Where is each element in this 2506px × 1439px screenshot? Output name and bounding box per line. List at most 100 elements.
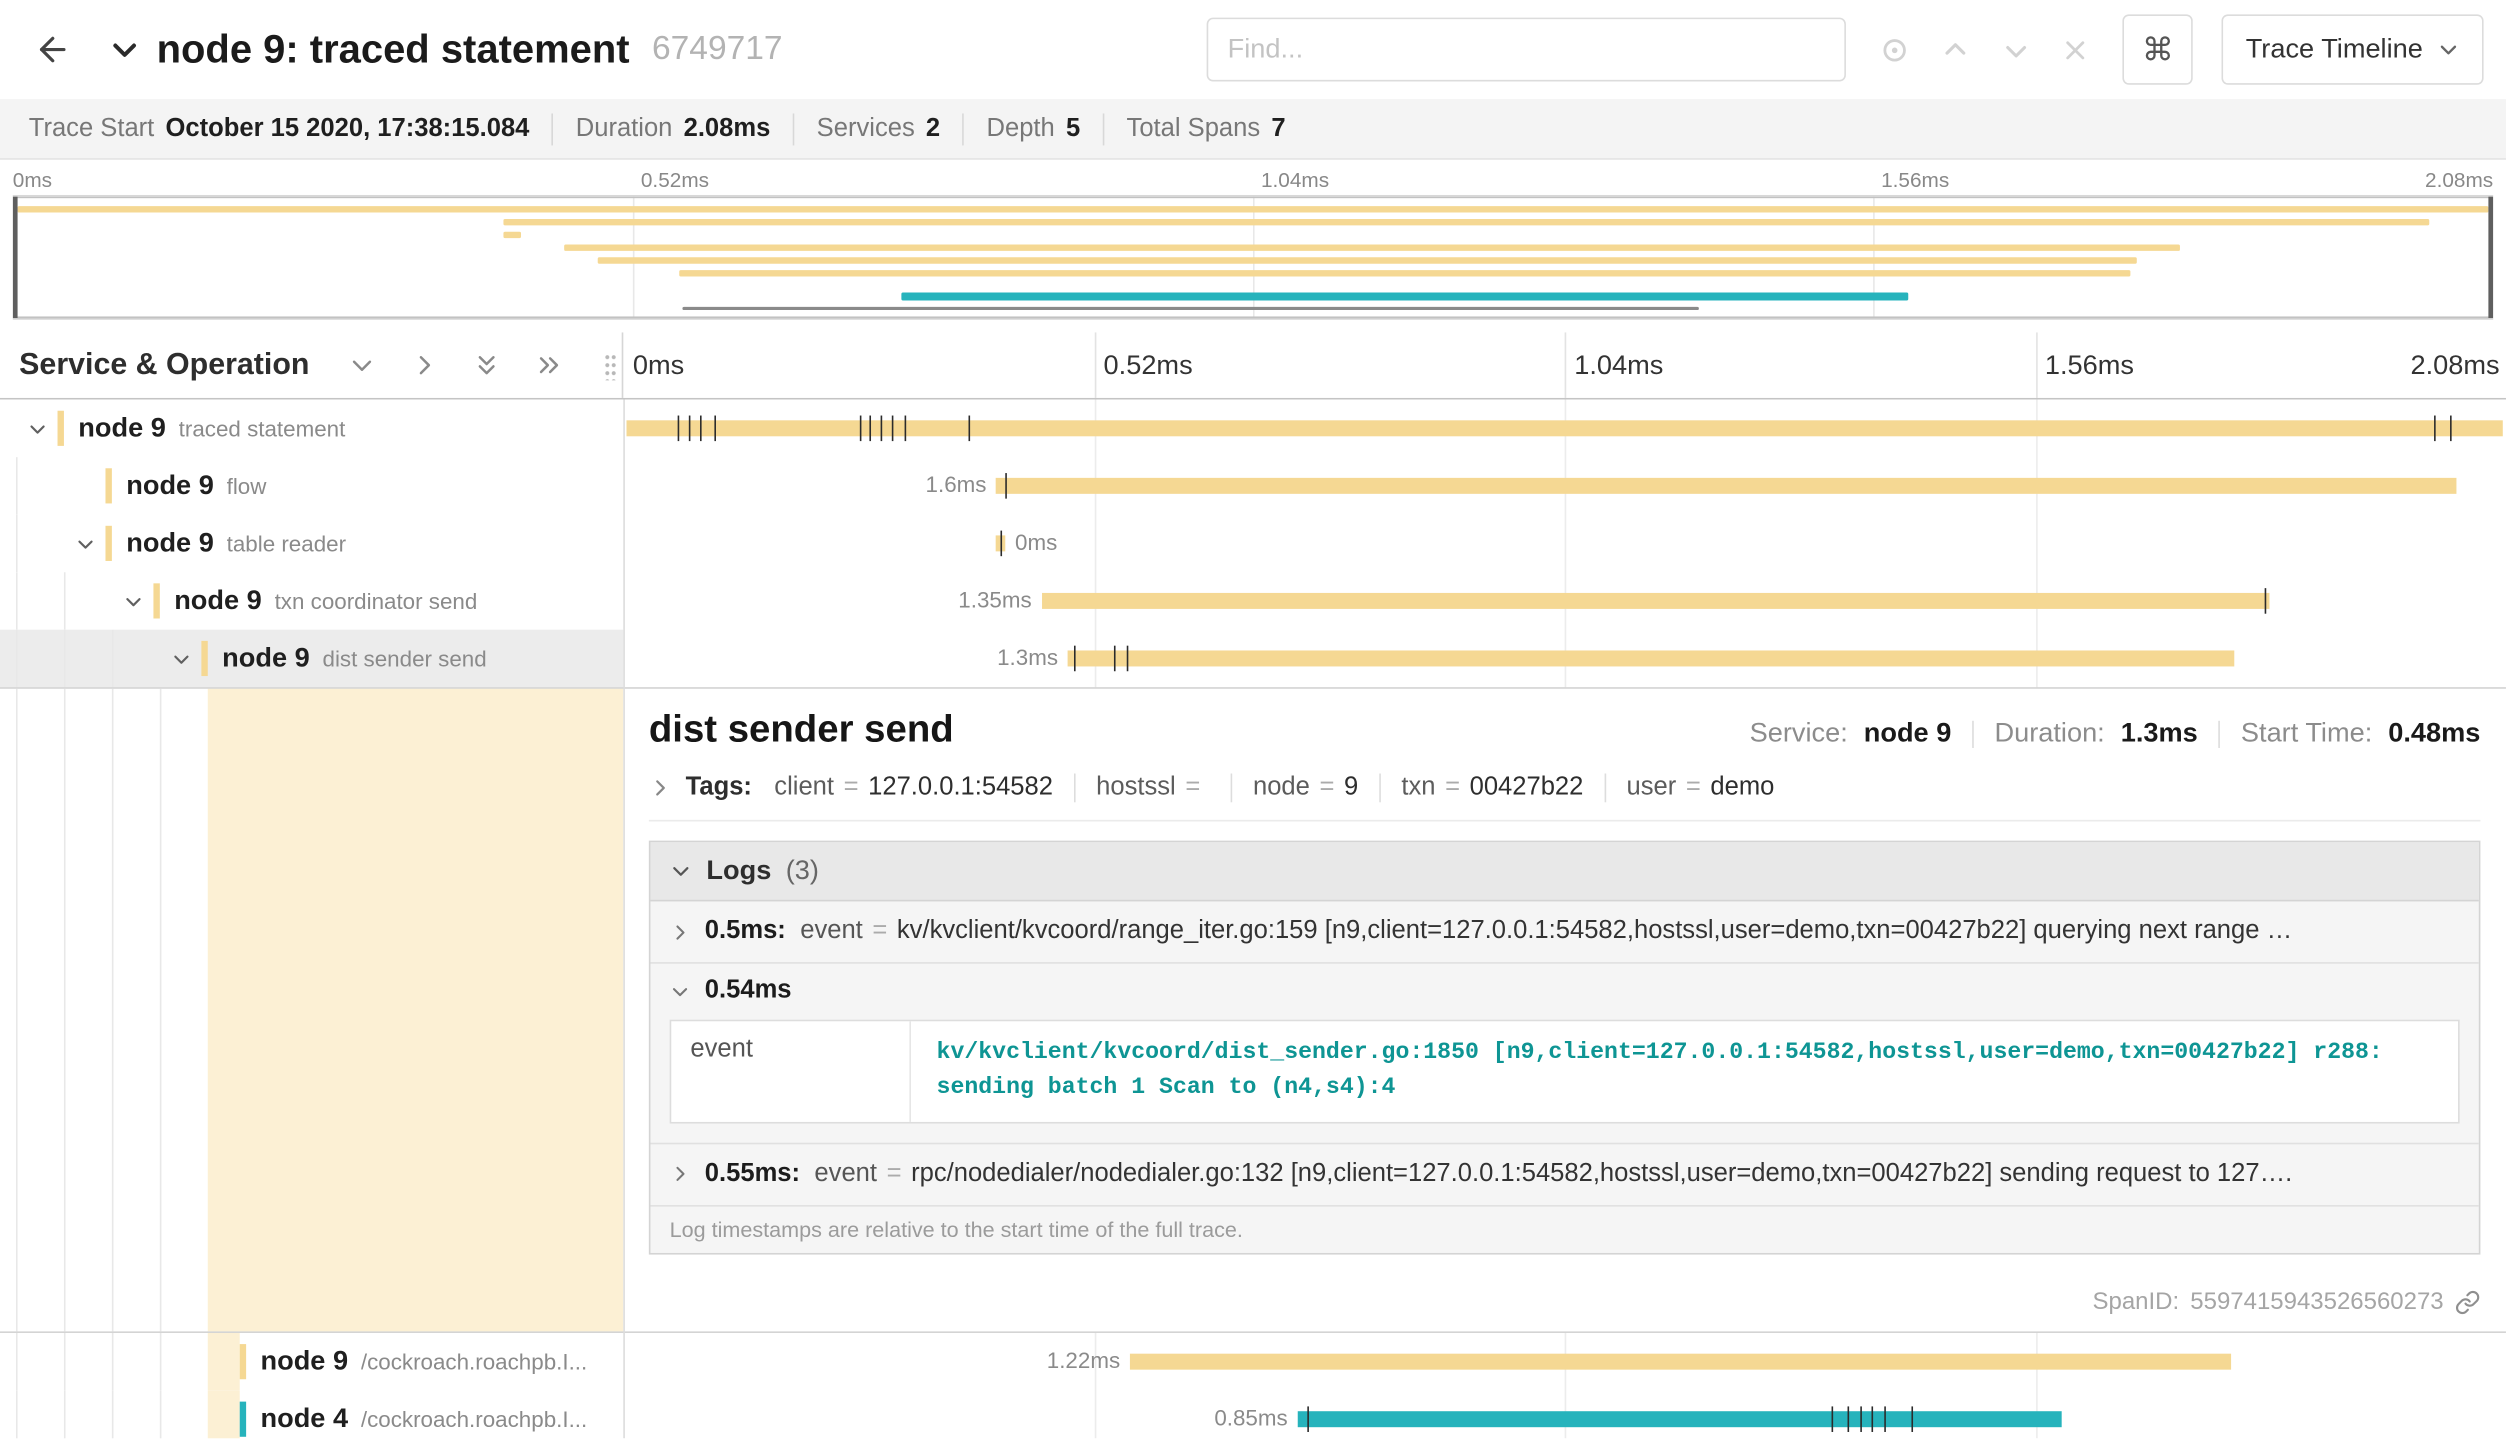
ruler-tick-label: 0ms	[623, 350, 684, 382]
logs-label: Logs	[706, 855, 771, 887]
prev-match-icon[interactable]	[1939, 33, 1973, 67]
link-icon[interactable]	[2455, 1289, 2481, 1315]
indent-guide	[16, 1333, 64, 1391]
collapse-header-icon[interactable]	[109, 34, 141, 66]
span-name-cell[interactable]: node 9 flow	[0, 457, 623, 515]
span-bar[interactable]	[1297, 1411, 2061, 1427]
span-timeline-cell[interactable]: 1.22ms	[623, 1333, 2506, 1391]
minimap-tick-label: 2.08ms	[2425, 168, 2493, 192]
tag-item: node=9	[1231, 774, 1379, 803]
chevron-right-icon	[649, 777, 671, 799]
tags-accordion[interactable]: Tags: client=127.0.0.1:54582 hostssl= no…	[649, 774, 2481, 822]
back-button[interactable]	[22, 18, 83, 82]
span-name-cell[interactable]: node 9/cockroach.roachpb.I...	[0, 1333, 623, 1391]
span-name-cell[interactable]: node 9dist sender send	[0, 630, 623, 688]
span-timeline-cell[interactable]: 0ms	[623, 515, 2506, 573]
tag-item: user=demo	[1604, 774, 1795, 803]
operation-name: table reader	[227, 531, 624, 557]
log-entry[interactable]: 0.55ms: event=rpc/nodedialer/nodedialer.…	[650, 1144, 2478, 1206]
span-name-cell[interactable]: node 9traced statement	[0, 400, 623, 458]
log-marker	[1885, 1406, 1887, 1432]
minimap-span-bar	[504, 219, 2429, 225]
span-bar[interactable]	[1130, 1354, 2231, 1370]
span-color-bar	[105, 526, 111, 561]
log-marker	[1832, 1406, 1834, 1432]
log-fields-table: event kv/kvclient/kvcoord/dist_sender.go…	[670, 1020, 2460, 1124]
log-marker	[1871, 1406, 1873, 1432]
span-detail-header: dist sender send Service:node 9 Duration…	[649, 708, 2481, 753]
log-marker	[861, 416, 863, 442]
log-marker	[1115, 646, 1117, 672]
span-bar[interactable]	[1041, 593, 2268, 609]
span-bar[interactable]	[1068, 650, 2235, 666]
log-marker	[2449, 416, 2451, 442]
keyboard-shortcuts-button[interactable]: ⌘	[2123, 14, 2193, 84]
span-timeline-cell[interactable]: 1.3ms	[623, 630, 2506, 688]
minimap-span-bar	[563, 245, 2180, 251]
expander-icon[interactable]	[160, 648, 202, 669]
duration-item: Duration2.08ms	[552, 113, 793, 145]
log-marker	[2434, 416, 2436, 442]
minimap-span-bar	[504, 232, 521, 238]
service-name: node 9	[126, 470, 214, 502]
span-timeline-cell[interactable]	[623, 400, 2506, 458]
chevron-right-icon[interactable]	[410, 352, 437, 379]
depth-item: Depth5	[963, 113, 1103, 145]
chevron-down-icon	[670, 980, 691, 1001]
indent-guide	[16, 457, 64, 515]
span-name-cell[interactable]: node 4/cockroach.roachpb.I...	[0, 1390, 623, 1438]
ruler-tick-label: 0.52ms	[1094, 350, 1193, 382]
span-timeline-cell[interactable]: 1.6ms	[623, 457, 2506, 515]
span-color-bar	[58, 411, 64, 446]
indent-guide	[16, 1390, 64, 1438]
chevron-down-icon[interactable]	[348, 352, 375, 379]
minimap-span-bar	[901, 292, 1908, 300]
column-divider[interactable]	[623, 400, 625, 1439]
indent-guide	[112, 630, 160, 688]
log-marker	[689, 416, 691, 442]
span-timeline-cell[interactable]: 1.35ms	[623, 572, 2506, 630]
span-name-cell[interactable]: node 9txn coordinator send	[0, 572, 623, 630]
log-entry-header[interactable]: 0.54ms	[670, 977, 2460, 1006]
find-input[interactable]	[1207, 18, 1846, 82]
find-controls	[1878, 33, 2091, 67]
minimap-left-handle[interactable]	[13, 197, 18, 318]
ruler-tick-label: 1.04ms	[1565, 350, 1664, 382]
minimap-tick-label: 1.04ms	[1261, 168, 1329, 192]
locate-icon[interactable]	[1878, 33, 1912, 67]
log-marker	[714, 416, 716, 442]
column-resizer-grip[interactable]	[604, 353, 617, 380]
ruler-tick-label: 1.56ms	[2035, 350, 2134, 382]
selected-span-highlight	[208, 689, 624, 1331]
span-bar[interactable]	[627, 420, 2502, 436]
span-detail-meta: Service:node 9 Duration:1.3ms Start Time…	[1750, 718, 2481, 750]
expander-icon[interactable]	[112, 591, 154, 612]
span-bar[interactable]	[996, 478, 2457, 494]
expand-collapse-controls	[348, 352, 562, 379]
chevron-down-icon	[670, 860, 692, 882]
clear-find-icon[interactable]	[2060, 34, 2090, 64]
log-marker	[1126, 646, 1128, 672]
indent-guide	[64, 630, 112, 688]
log-entry[interactable]: 0.5ms: event=kv/kvclient/kvcoord/range_i…	[650, 901, 2478, 963]
operation-name: flow	[227, 473, 624, 499]
view-dropdown-button[interactable]: Trace Timeline	[2222, 14, 2484, 84]
double-chevron-right-icon[interactable]	[535, 352, 562, 379]
total-spans-item: Total Spans7	[1103, 113, 1308, 145]
span-timeline-cell[interactable]: 0.85ms	[623, 1390, 2506, 1438]
logs-header[interactable]: Logs (3)	[650, 842, 2478, 901]
indent-guide	[160, 1390, 208, 1438]
next-match-icon[interactable]	[2000, 33, 2034, 67]
log-marker	[881, 416, 883, 442]
expander-icon[interactable]	[16, 418, 58, 439]
expander-icon[interactable]	[64, 533, 106, 554]
span-name-cell[interactable]: node 9table reader	[0, 515, 623, 573]
log-marker	[1073, 646, 1075, 672]
log-marker	[1860, 1406, 1862, 1432]
minimap-right-handle[interactable]	[2488, 197, 2493, 318]
span-detail-title: dist sender send	[649, 708, 954, 753]
indent-guide	[64, 1333, 112, 1391]
log-marker	[1911, 1406, 1913, 1432]
double-chevron-down-icon[interactable]	[472, 352, 499, 379]
minimap-canvas[interactable]	[13, 195, 2493, 320]
